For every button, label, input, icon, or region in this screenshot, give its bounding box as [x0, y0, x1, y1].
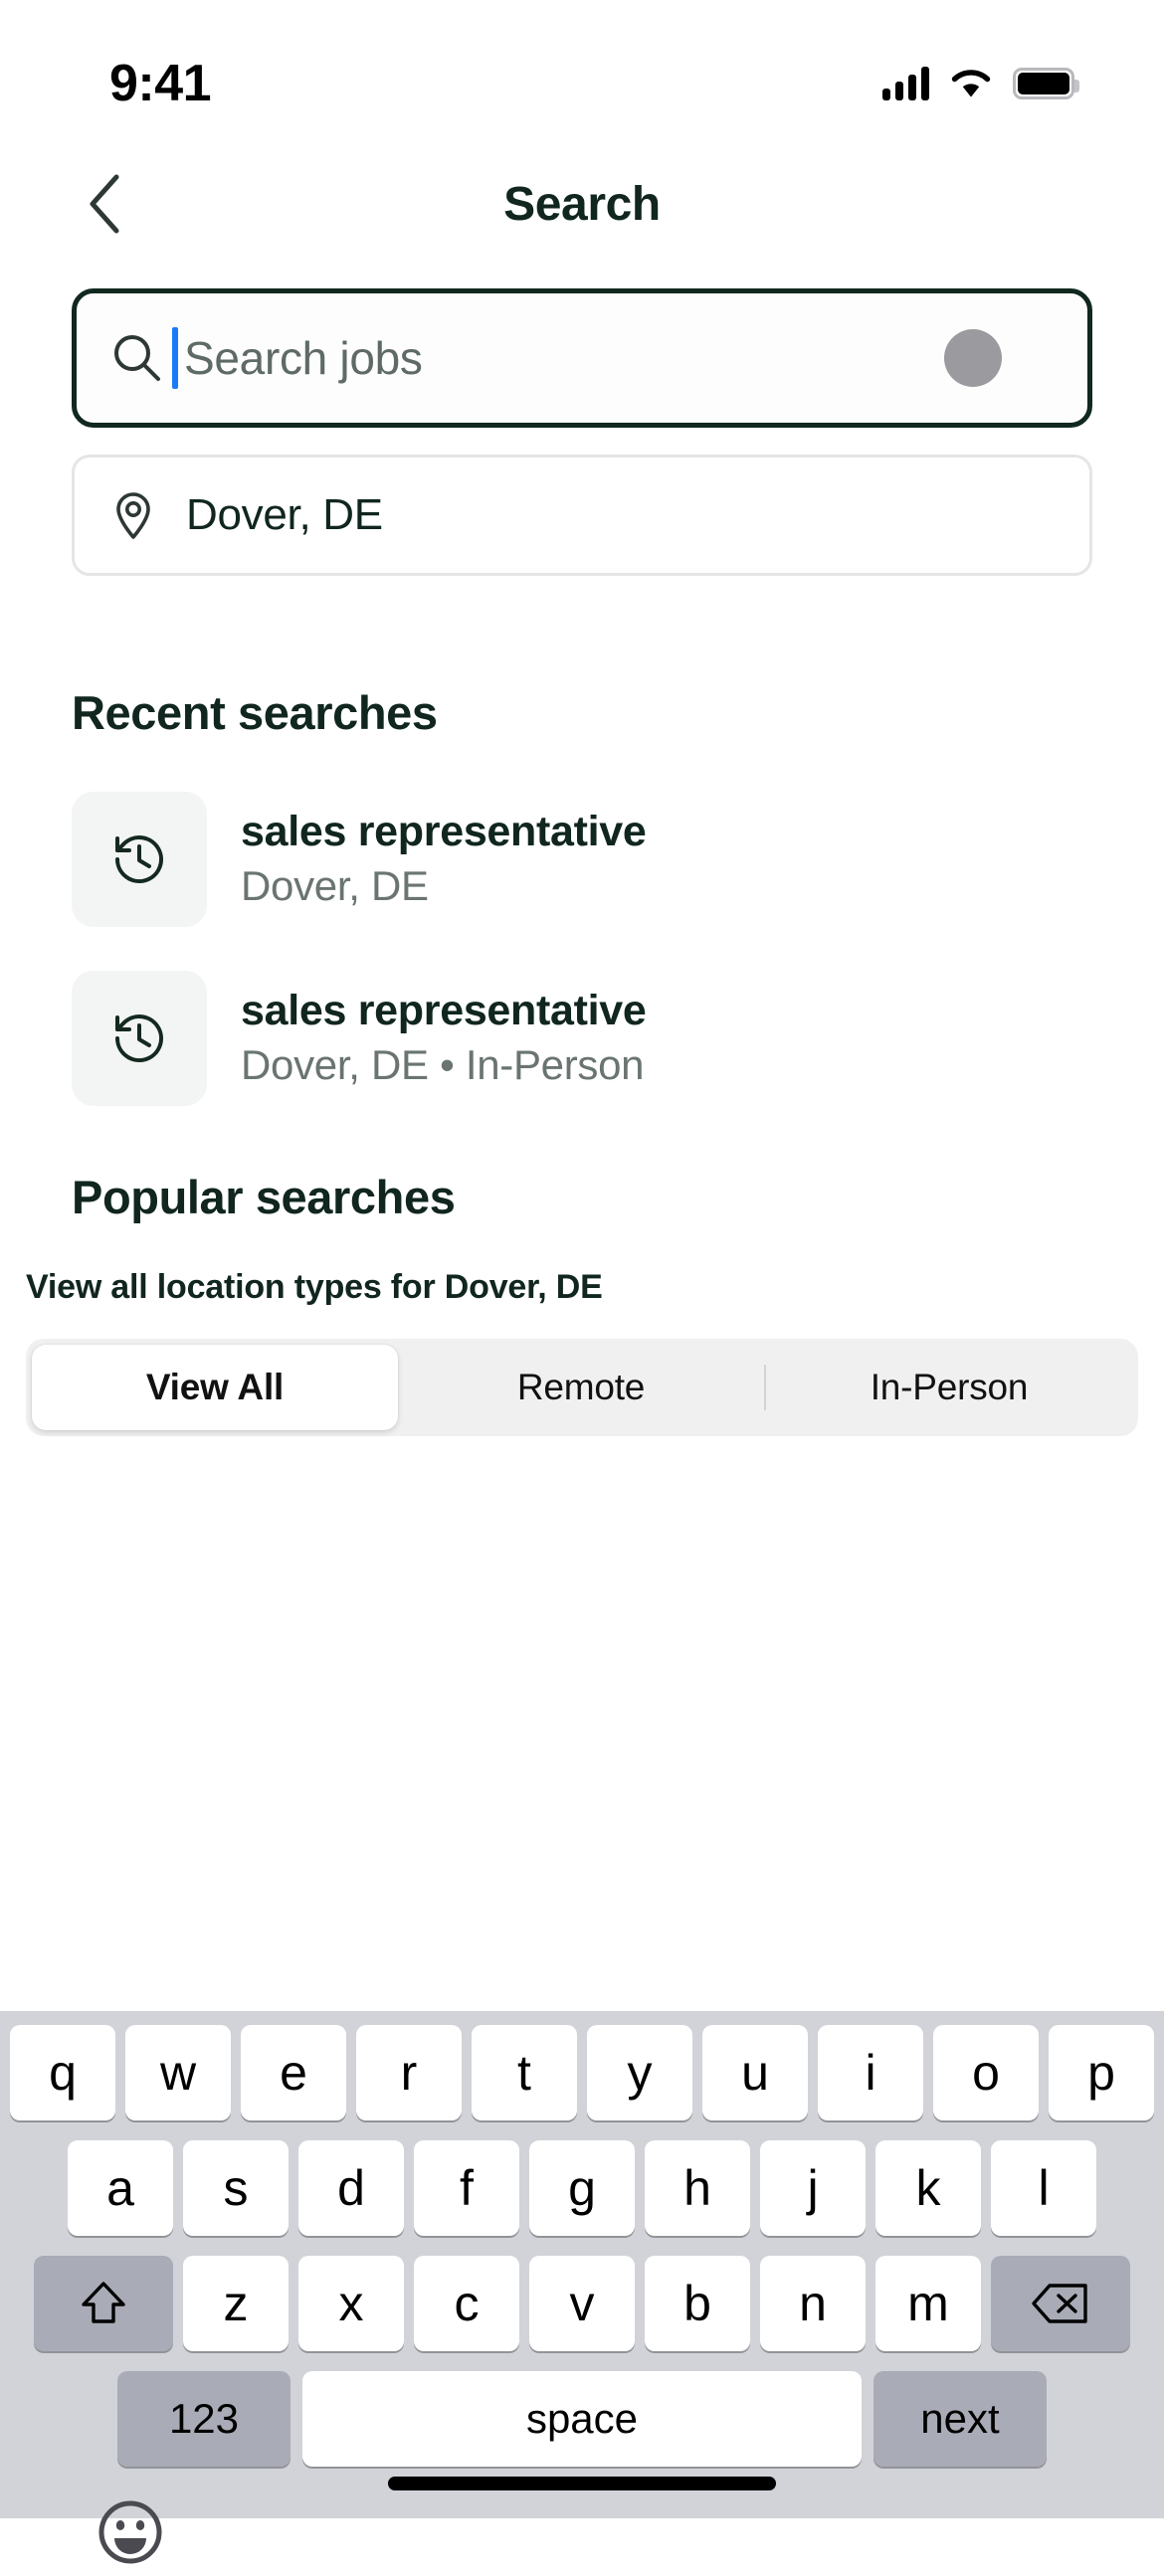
- touch-point-indicator: [944, 329, 1002, 387]
- recent-item-title: sales representative: [241, 987, 647, 1035]
- key-m[interactable]: m: [875, 2256, 981, 2351]
- key-i[interactable]: i: [818, 2025, 923, 2120]
- key-h[interactable]: h: [645, 2140, 750, 2236]
- history-clock-icon: [115, 1014, 163, 1063]
- backspace-key[interactable]: [991, 2256, 1130, 2351]
- key-c[interactable]: c: [414, 2256, 519, 2351]
- search-section: Search jobs Dover, DE: [0, 288, 1164, 576]
- list-item[interactable]: sales representative Dover, DE: [0, 782, 1164, 937]
- key-b[interactable]: b: [645, 2256, 750, 2351]
- shift-arrow-icon: [82, 2282, 125, 2323]
- key-t[interactable]: t: [472, 2025, 577, 2120]
- shift-key[interactable]: [34, 2256, 173, 2351]
- recent-item-icon-wrapper: [72, 792, 207, 927]
- status-time: 9:41: [109, 55, 212, 112]
- map-pin-icon: [116, 492, 150, 539]
- key-j[interactable]: j: [760, 2140, 866, 2236]
- key-g[interactable]: g: [529, 2140, 635, 2236]
- navigation-bar: Search: [0, 149, 1164, 259]
- page-title: Search: [503, 177, 661, 231]
- recent-item-title: sales representative: [241, 808, 647, 856]
- search-input-placeholder: Search jobs: [184, 332, 423, 384]
- history-clock-icon: [115, 835, 163, 884]
- backspace-icon: [1032, 2284, 1087, 2323]
- home-indicator-bar: [388, 2477, 776, 2490]
- key-l[interactable]: l: [991, 2140, 1096, 2236]
- next-key[interactable]: next: [873, 2371, 1047, 2467]
- recent-item-text: sales representative Dover, DE • In-Pers…: [241, 987, 647, 1090]
- recent-item-subtitle: Dover, DE • In-Person: [241, 1040, 645, 1088]
- chevron-left-icon: [90, 174, 119, 234]
- recent-item-icon-wrapper: [72, 971, 207, 1106]
- location-type-tabs: View All Remote In-Person: [26, 1339, 1138, 1436]
- popular-searches-heading: Popular searches: [72, 1171, 456, 1223]
- popular-searches-subheading: View all location types for Dover, DE: [26, 1268, 603, 1306]
- on-screen-keyboard: q w e r t y u i o p a s d f g h j k l z …: [0, 2011, 1164, 2564]
- recent-searches-heading: Recent searches: [72, 686, 438, 739]
- tab-remote[interactable]: Remote: [398, 1345, 764, 1430]
- key-z[interactable]: z: [183, 2256, 289, 2351]
- keyboard-row-1: q w e r t y u i o p: [0, 2025, 1164, 2120]
- key-f[interactable]: f: [414, 2140, 519, 2236]
- keyboard-row-3: z x c v b n m: [0, 2256, 1164, 2351]
- emoji-smiley-icon[interactable]: [96, 2497, 165, 2567]
- keyboard-row-4: 123 space next: [0, 2371, 1164, 2467]
- key-y[interactable]: y: [587, 2025, 692, 2120]
- key-v[interactable]: v: [529, 2256, 635, 2351]
- magnifier-icon: [114, 335, 160, 381]
- key-w[interactable]: w: [125, 2025, 231, 2120]
- key-q[interactable]: q: [10, 2025, 115, 2120]
- key-r[interactable]: r: [356, 2025, 462, 2120]
- key-k[interactable]: k: [875, 2140, 981, 2236]
- search-input[interactable]: Search jobs: [72, 288, 1092, 428]
- key-u[interactable]: u: [702, 2025, 808, 2120]
- location-input[interactable]: Dover, DE: [72, 455, 1092, 576]
- tab-in-person[interactable]: In-Person: [766, 1345, 1132, 1430]
- recent-item-text: sales representative Dover, DE: [241, 808, 647, 911]
- key-n[interactable]: n: [760, 2256, 866, 2351]
- recent-searches-list: sales representative Dover, DE sales rep…: [0, 782, 1164, 1116]
- list-item[interactable]: sales representative Dover, DE • In-Pers…: [0, 961, 1164, 1116]
- key-p[interactable]: p: [1049, 2025, 1154, 2120]
- status-bar: 9:41: [0, 0, 1164, 149]
- key-e[interactable]: e: [241, 2025, 346, 2120]
- key-x[interactable]: x: [298, 2256, 404, 2351]
- text-caret: [172, 327, 178, 389]
- key-s[interactable]: s: [183, 2140, 289, 2236]
- location-input-value: Dover, DE: [186, 490, 383, 539]
- keyboard-row-2: a s d f g h j k l: [0, 2140, 1164, 2236]
- status-icons: [882, 67, 1079, 100]
- wifi-icon: [951, 70, 991, 97]
- tab-view-all[interactable]: View All: [32, 1345, 398, 1430]
- cellular-signal-icon: [882, 67, 929, 100]
- numbers-key[interactable]: 123: [117, 2371, 291, 2467]
- back-button[interactable]: [70, 169, 139, 239]
- battery-icon: [1013, 68, 1079, 99]
- recent-item-subtitle: Dover, DE: [241, 861, 429, 909]
- key-o[interactable]: o: [933, 2025, 1039, 2120]
- space-key[interactable]: space: [302, 2371, 862, 2467]
- key-a[interactable]: a: [68, 2140, 173, 2236]
- key-d[interactable]: d: [298, 2140, 404, 2236]
